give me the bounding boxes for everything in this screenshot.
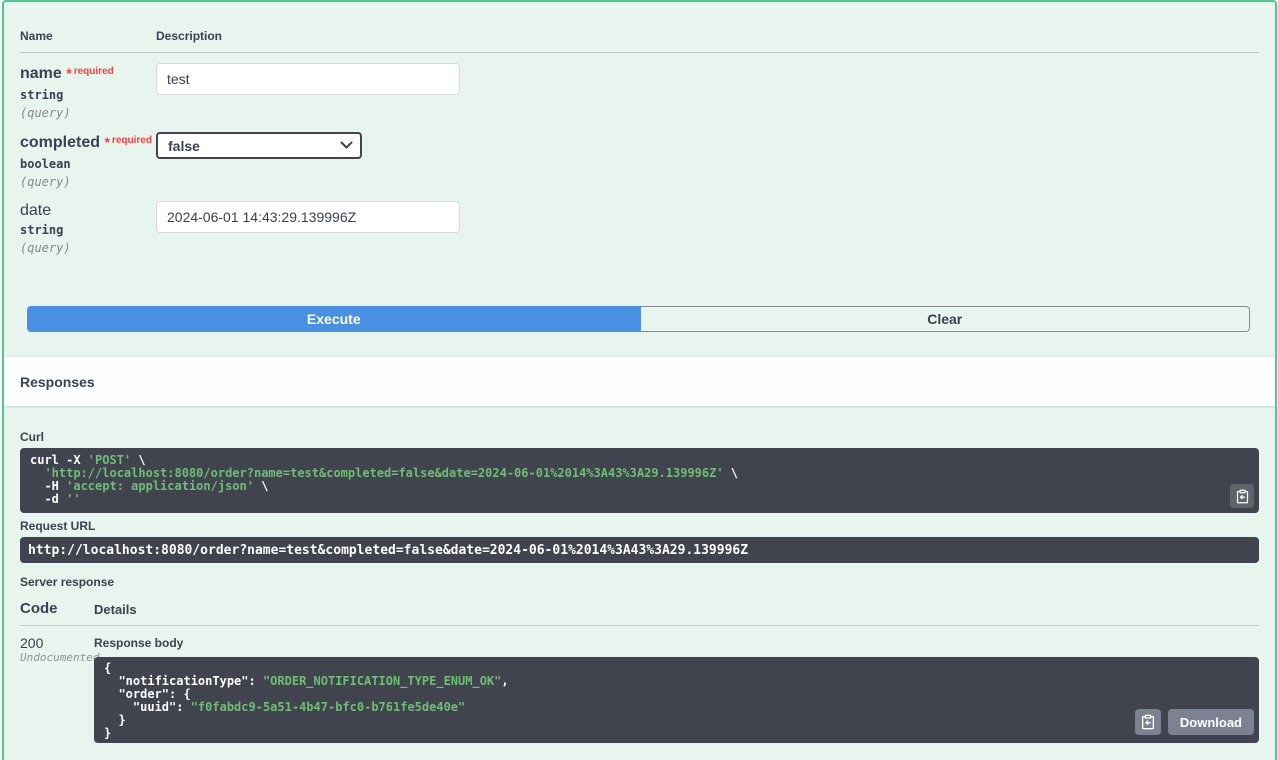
response-row-200: 200 Undocumented Response body { "notifi… (20, 626, 1259, 743)
request-url-value: http://localhost:8080/order?name=test&co… (28, 542, 749, 558)
opblock-post-body: Name Description name * required string (… (2, 0, 1277, 760)
column-header-description: Description (156, 29, 223, 43)
name-input[interactable] (156, 63, 460, 95)
response-table-header: Code Details (20, 600, 1259, 617)
details-column-header: Details (94, 602, 137, 617)
param-type: string (20, 223, 64, 237)
request-url-block: http://localhost:8080/order?name=test&co… (20, 537, 1259, 563)
param-in: (query) (20, 106, 71, 120)
request-url-label: Request URL (20, 519, 96, 533)
completed-select[interactable]: false (156, 132, 362, 159)
code-column-header: Code (20, 600, 58, 617)
param-in: (query) (20, 241, 71, 255)
responses-section-header: Responses (4, 356, 1275, 406)
undocumented-note: Undocumented (20, 651, 100, 664)
copy-to-clipboard-icon (1236, 489, 1248, 503)
curl-label: Curl (20, 430, 44, 444)
copy-response-button[interactable] (1134, 709, 1161, 735)
clear-button[interactable]: Clear (640, 306, 1250, 332)
download-button[interactable]: Download (1167, 709, 1254, 735)
param-row-date: date string (query) (20, 191, 1259, 260)
required-asterisk: * (66, 65, 72, 81)
responses-content: Curl curl -X 'POST' \ 'http://localhost:… (4, 406, 1275, 743)
copy-curl-button[interactable] (1230, 484, 1254, 508)
param-name: date (20, 202, 52, 219)
param-type: string (20, 88, 64, 102)
param-in: (query) (20, 175, 71, 189)
required-label: required (73, 66, 114, 77)
curl-command-block: curl -X 'POST' \ 'http://localhost:8080/… (20, 448, 1259, 513)
param-row-name: name * required string (query) (20, 53, 1259, 122)
response-body-label: Response body (94, 636, 184, 650)
server-response-label: Server response (20, 575, 115, 589)
parameters-table-header: Name Description (20, 2, 1259, 43)
response-body-block: { "notificationType": "ORDER_NOTIFICATIO… (94, 657, 1259, 743)
parameters-section: Name Description name * required string (… (4, 2, 1275, 332)
param-name: completed * required (20, 134, 152, 151)
copy-to-clipboard-icon (1141, 714, 1154, 730)
required-label: required (111, 135, 152, 146)
execute-button[interactable]: Execute (27, 306, 641, 332)
param-name: name * required (20, 65, 114, 82)
responses-title: Responses (20, 373, 95, 390)
param-type: boolean (20, 157, 71, 171)
column-header-name: Name (20, 29, 53, 43)
date-input[interactable] (156, 201, 460, 233)
param-row-completed: completed * required boolean (query) fals… (20, 122, 1259, 191)
execute-wrapper: Execute Clear (27, 306, 1250, 332)
status-code: 200 (20, 635, 44, 651)
